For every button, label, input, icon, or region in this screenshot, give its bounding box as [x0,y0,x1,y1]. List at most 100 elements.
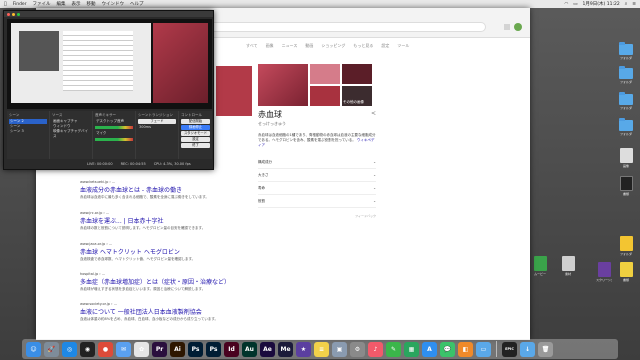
result-title[interactable]: 血液について 一般社団法人日本血液製剤協会 [80,307,245,316]
studio-mode-button[interactable]: スタジオモード [181,131,210,136]
tab-settings[interactable]: 設定 [381,43,389,49]
desktop-folder[interactable]: フォルダ [618,236,634,256]
control-center-icon[interactable]: ≡ [632,2,636,7]
chevron-down-icon: ⌄ [373,199,376,203]
result-title[interactable]: 赤血球を運ぶ... | 日本赤十字社 [80,216,245,225]
transition-select[interactable]: フェード [138,119,176,124]
kp-image-grid[interactable]: その他の画像 [258,64,376,106]
dock-app-trash[interactable]: 🗑 [538,341,553,357]
kp-image[interactable] [310,86,340,106]
desktop-document[interactable]: 書類 [618,176,634,196]
dock-app-obs[interactable]: ◉ [80,341,95,357]
dock-app-stickies[interactable]: ✎ [386,341,401,357]
close-icon[interactable] [7,12,10,16]
search-icon[interactable]: ⌕ [625,1,628,7]
dock-app-premiere[interactable]: Pr [152,341,167,357]
transition-duration[interactable]: 300ms [138,125,176,130]
dock-app-finder[interactable]: ☺ [26,341,41,357]
desktop-folder[interactable]: フォルダ [618,118,634,136]
tab-images[interactable]: 画像 [266,43,274,49]
dock-app-illustrator[interactable]: Ai [170,341,185,357]
kp-feedback[interactable]: フィードバック [258,214,376,218]
desktop-folder[interactable]: フォルダ [618,42,634,60]
recorder-titlebar[interactable] [4,11,213,17]
dock-app-messages[interactable]: 💬 [440,341,455,357]
result-title[interactable]: 多血症（赤血球増加症）とは（症状・原因・治療など） [80,277,245,286]
tab-tools[interactable]: ツール [397,43,409,49]
avatar[interactable] [514,23,522,31]
source-item[interactable]: 映像キャプチャデバイス [52,129,90,138]
exit-button[interactable]: 終了 [181,143,210,148]
desktop-folder[interactable]: フォルダ [618,92,634,110]
dock-app-music[interactable]: ♪ [368,341,383,357]
menu-item-file[interactable]: ファイル [33,1,51,7]
dock-app-indesign[interactable]: Id [224,341,239,357]
start-streaming-button[interactable]: 配信開始 [181,119,210,124]
dock-app-photoshop-2[interactable]: Ps [206,341,221,357]
dock-app-app-store[interactable]: A [422,341,437,357]
minimize-icon[interactable] [12,12,15,16]
dock-app-photoshop[interactable]: Ps [188,341,203,357]
menu-item-app[interactable]: Finder [13,2,27,7]
apps-grid-icon[interactable] [504,24,510,30]
dock-app-media-encoder[interactable]: Me [278,341,293,357]
tab-all[interactable]: すべて [246,43,258,49]
menu-item-help[interactable]: ヘルプ [130,1,144,7]
volume-meter[interactable] [95,138,133,141]
google-search-box[interactable] [186,22,486,32]
desktop-screenshot[interactable]: スクリーンショット [596,262,612,282]
dock-app-audition[interactable]: Au [242,341,257,357]
tab-videos[interactable]: 動画 [305,43,313,49]
tab-news[interactable]: ニュース [282,43,298,49]
menu-item-go[interactable]: 移動 [87,1,96,7]
dock-app-after-effects[interactable]: Ae [260,341,275,357]
image-result-strip[interactable] [216,66,252,116]
dock-app-launchpad[interactable]: 🚀 [44,341,59,357]
kp-image[interactable] [342,64,372,84]
dock-app-preview[interactable]: ▣ [332,341,347,357]
desktop-movie[interactable]: ムービー [532,256,548,276]
dock-app-epic-games[interactable]: EPIC [502,341,517,357]
kp-row[interactable]: 寿命 ⌄ [258,182,376,195]
tab-more[interactable]: もっと見る [353,43,373,49]
menu-item-window[interactable]: ウインドウ [102,1,125,7]
kp-row[interactable]: 構成成分 ⌄ [258,156,376,169]
dock-app-folder[interactable]: ▭ [476,341,491,357]
apple-icon[interactable]:  [4,2,7,7]
menu-item-edit[interactable]: 編集 [57,1,66,7]
live-status: LIVE: 00:00:00 [87,161,113,166]
tab-shopping[interactable]: ショッピング [321,43,345,49]
dock-app-books[interactable]: ◧ [458,341,473,357]
recorder-preview[interactable] [7,19,212,109]
volume-meter[interactable] [95,126,133,129]
scene-item[interactable]: シーン 3 [9,129,47,134]
kp-image[interactable] [310,64,340,84]
clock[interactable]: 1月9日(木) 11:22 [583,1,620,7]
desktop-image-file[interactable]: 画像 [618,148,634,168]
dock-app-downloads[interactable]: ↓ [520,341,535,357]
dock-app-numbers[interactable]: ▦ [404,341,419,357]
menu-item-view[interactable]: 表示 [72,1,81,7]
dock-app-imovie[interactable]: ★ [296,341,311,357]
result-title[interactable]: 赤血球 ヘマトクリット ヘモグロビン [80,247,245,256]
kp-more-images[interactable]: その他の画像 [342,86,372,106]
dock-app-chrome[interactable]: ● [98,341,113,357]
wifi-icon[interactable]: ◠ [564,2,568,7]
result-title[interactable]: 血液成分の赤血球とは - 赤血球の働き [80,185,245,194]
dock-app-notes[interactable]: ≡ [314,341,329,357]
battery-icon[interactable]: ▭ [573,2,577,7]
zoom-icon[interactable] [17,12,20,16]
kp-row[interactable]: 役割 ⌄ [258,195,376,208]
dock-app-mail[interactable]: ✉ [116,341,131,357]
dock-app-safari[interactable]: ◎ [62,341,77,357]
desktop-material[interactable]: 素材 [560,256,576,276]
dock-app-settings[interactable]: ⚙ [350,341,365,357]
desktop-document[interactable]: 書類 [618,262,634,282]
share-icon[interactable]: < [371,110,376,117]
settings-button[interactable]: 設定 [181,137,210,142]
kp-image-main[interactable] [258,64,308,106]
dock-app-photos[interactable]: ✿ [134,341,149,357]
kp-row[interactable]: 大きさ ⌄ [258,169,376,182]
desktop-folder[interactable]: フォルダ [618,66,634,84]
stop-recording-button[interactable]: 録画停止 [181,125,210,130]
